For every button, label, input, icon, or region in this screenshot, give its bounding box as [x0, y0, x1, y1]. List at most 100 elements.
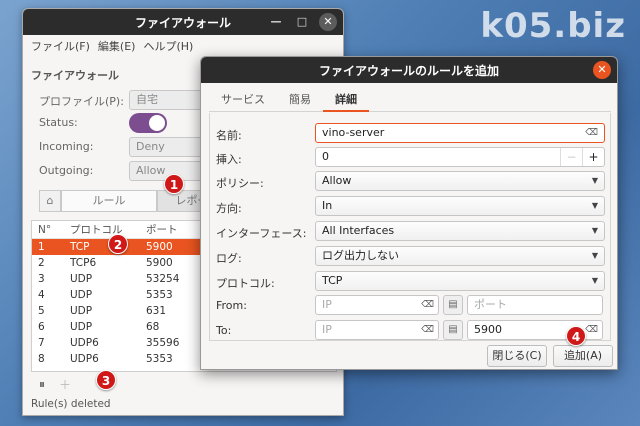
badge-4: 4: [566, 326, 586, 346]
to-ip-input[interactable]: IP ⌫: [315, 320, 439, 340]
name-input[interactable]: vino-server ⌫: [315, 123, 605, 143]
dialog-titlebar: ファイアウォールのルールを追加 ✕: [201, 57, 617, 83]
protocol-value: TCP: [322, 274, 343, 287]
status-label: Status:: [39, 116, 78, 129]
section-title: ファイアウォール: [31, 69, 119, 82]
clear-icon[interactable]: ⌫: [585, 124, 598, 142]
main-tabs: ⌂ ルール レポー: [39, 190, 227, 212]
chevron-down-icon: ▼: [591, 226, 598, 235]
close-icon[interactable]: ✕: [319, 13, 337, 31]
column-header-number[interactable]: N°: [32, 224, 70, 236]
row-protocol: UDP: [70, 305, 93, 317]
protocol-select[interactable]: TCP ▼: [315, 271, 605, 291]
clipboard-icon: ▤: [448, 324, 458, 335]
row-protocol: UDP: [70, 321, 93, 333]
row-number: 5: [38, 305, 45, 317]
dialog-title: ファイアウォールのルールを追加: [318, 63, 499, 78]
direction-value: In: [322, 199, 333, 212]
outgoing-value: Allow: [136, 164, 166, 177]
profile-label: プロファイル(P):: [39, 95, 124, 108]
maximize-icon[interactable]: □: [293, 13, 311, 31]
dialog-tabs: サービス 簡易 詳細: [209, 88, 611, 112]
insert-value: 0: [322, 150, 329, 163]
status-toggle[interactable]: [129, 113, 167, 133]
minus-icon[interactable]: −: [560, 148, 582, 166]
name-value: vino-server: [322, 126, 385, 139]
row-number: 8: [38, 353, 45, 365]
from-label: From:: [216, 299, 247, 312]
add-button[interactable]: 追加(A): [553, 345, 613, 367]
insert-label: 挿入:: [216, 153, 242, 166]
add-rule-icon[interactable]: ＋: [59, 376, 71, 393]
add-rule-dialog: ファイアウォールのルールを追加 ✕ サービス 簡易 詳細 名前: vino-se…: [200, 56, 618, 370]
paste-ip-button[interactable]: ▤: [443, 295, 463, 315]
chevron-down-icon: ▼: [591, 176, 598, 185]
list-toolbar: ⏸ ＋: [31, 372, 337, 396]
protocol-label: プロトコル:: [216, 277, 275, 290]
row-number: 3: [38, 273, 45, 285]
minimize-icon[interactable]: —: [267, 13, 285, 31]
row-number: 2: [38, 257, 45, 269]
column-header-protocol[interactable]: プロトコル: [70, 222, 146, 237]
tab-advanced[interactable]: 詳細: [323, 88, 369, 112]
close-button[interactable]: 閉じる(C): [487, 345, 547, 367]
policy-select[interactable]: Allow ▼: [315, 171, 605, 191]
badge-2: 2: [108, 234, 128, 254]
incoming-label: Incoming:: [39, 140, 94, 153]
menu-file[interactable]: ファイル(F): [27, 38, 94, 54]
paste-ip-button[interactable]: ▤: [443, 320, 463, 340]
policy-value: Allow: [322, 174, 352, 187]
status-text: Rule(s) deleted: [31, 398, 111, 410]
direction-select[interactable]: In ▼: [315, 196, 605, 216]
chevron-down-icon: ▼: [591, 201, 598, 210]
log-value: ログ出力しない: [322, 249, 399, 262]
home-icon: ⌂: [46, 194, 54, 207]
badge-3: 3: [96, 370, 116, 390]
tab-rules[interactable]: ルール: [61, 190, 157, 212]
row-protocol: UDP: [70, 273, 93, 285]
home-tab[interactable]: ⌂: [39, 190, 61, 212]
interface-value: All Interfaces: [322, 224, 395, 237]
menu-edit[interactable]: 編集(E): [94, 38, 140, 54]
row-protocol: UDP6: [70, 353, 99, 365]
row-protocol: UDP: [70, 289, 93, 301]
row-number: 4: [38, 289, 45, 301]
from-ip-placeholder: IP: [322, 298, 332, 311]
from-port-input[interactable]: ポート: [467, 295, 603, 315]
watermark: k05.biz: [480, 6, 626, 46]
name-label: 名前:: [216, 129, 242, 142]
toggle-knob: [149, 115, 165, 131]
menu-help[interactable]: ヘルプ(H): [139, 38, 197, 54]
clear-icon[interactable]: ⌫: [421, 321, 434, 339]
clear-icon[interactable]: ⌫: [585, 321, 598, 339]
advanced-panel: 名前: vino-server ⌫ 挿入: 0 − + ポリシー: Allow …: [209, 113, 611, 341]
interface-label: インターフェース:: [216, 227, 307, 240]
log-select[interactable]: ログ出力しない ▼: [315, 246, 605, 266]
from-port-placeholder: ポート: [474, 298, 507, 311]
main-window-title: ファイアウォール: [134, 15, 231, 30]
insert-stepper[interactable]: 0 − +: [315, 147, 605, 167]
row-protocol: UDP6: [70, 337, 99, 349]
clear-icon[interactable]: ⌫: [421, 296, 434, 314]
tab-simple[interactable]: 簡易: [277, 88, 323, 112]
plus-icon[interactable]: +: [582, 148, 604, 166]
tab-service[interactable]: サービス: [209, 88, 277, 112]
log-label: ログ:: [216, 252, 242, 265]
main-titlebar: ファイアウォール — □ ✕: [23, 9, 343, 35]
chevron-down-icon: ▼: [591, 276, 598, 285]
close-icon[interactable]: ✕: [593, 61, 611, 79]
badge-1: 1: [164, 174, 184, 194]
clipboard-icon: ▤: [448, 299, 458, 310]
from-ip-input[interactable]: IP ⌫: [315, 295, 439, 315]
row-protocol: TCP6: [70, 257, 97, 269]
to-ip-placeholder: IP: [322, 323, 332, 336]
incoming-value: Deny: [136, 140, 165, 153]
pause-icon[interactable]: ⏸: [39, 377, 45, 392]
to-port-value: 5900: [474, 323, 502, 336]
row-number: 6: [38, 321, 45, 333]
menubar: ファイル(F) 編集(E) ヘルプ(H): [23, 35, 343, 57]
interface-select[interactable]: All Interfaces ▼: [315, 221, 605, 241]
direction-label: 方向:: [216, 202, 242, 215]
chevron-down-icon: ▼: [591, 251, 598, 260]
profile-value: 自宅: [136, 93, 158, 106]
